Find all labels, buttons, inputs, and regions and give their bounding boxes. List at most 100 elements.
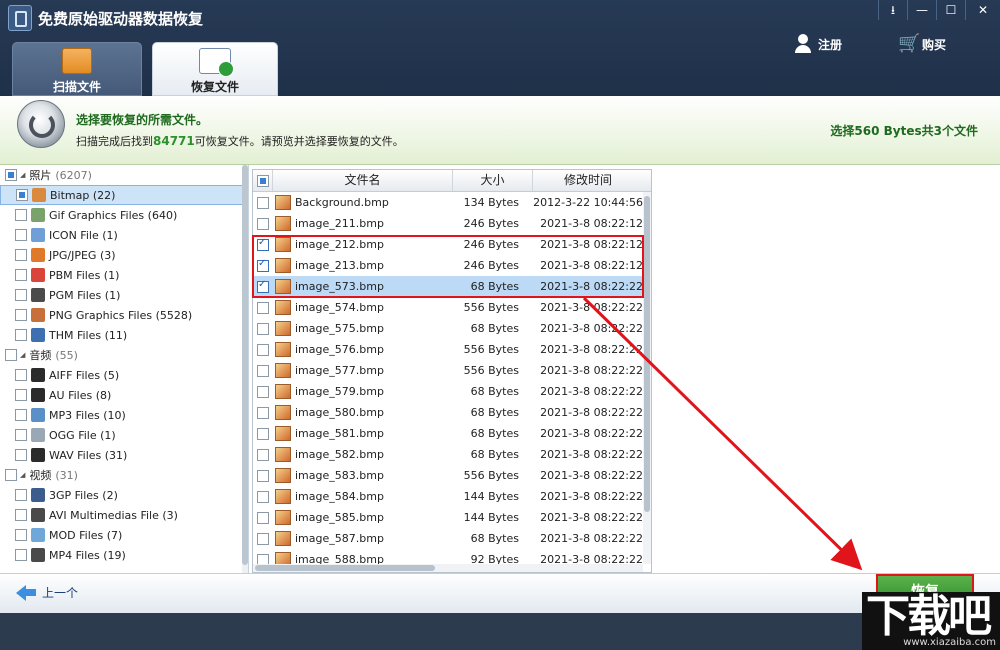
tree-item-checkbox[interactable]: [15, 269, 27, 281]
tree-scrollbar[interactable]: [242, 165, 248, 573]
row-checkbox[interactable]: [257, 217, 269, 230]
list-vscroll-thumb[interactable]: [644, 196, 650, 512]
table-row[interactable]: image_580.bmp 68 Bytes 2021-3-8 08:22:22: [253, 402, 643, 423]
table-row[interactable]: image_587.bmp 68 Bytes 2021-3-8 08:22:22: [253, 528, 643, 549]
tree-item-checkbox[interactable]: [15, 489, 27, 501]
tree-item-checkbox[interactable]: [16, 189, 28, 201]
register-button[interactable]: 注册: [794, 34, 842, 54]
tree-item[interactable]: Bitmap (22): [0, 185, 246, 205]
row-checkbox[interactable]: [257, 343, 269, 356]
tree-item[interactable]: AU Files (8): [0, 385, 246, 405]
download-icon[interactable]: ⭳: [878, 0, 907, 20]
tree-item[interactable]: PGM Files (1): [0, 285, 246, 305]
table-row[interactable]: image_213.bmp 246 Bytes 2021-3-8 08:22:12: [253, 255, 643, 276]
column-header-name[interactable]: 文件名: [273, 170, 453, 191]
tree-item[interactable]: MP4 Files (19): [0, 545, 246, 565]
tree-group-checkbox[interactable]: [5, 469, 17, 481]
table-row[interactable]: image_576.bmp 556 Bytes 2021-3-8 08:22:22: [253, 339, 643, 360]
row-checkbox[interactable]: [257, 301, 269, 314]
row-checkbox[interactable]: [257, 532, 269, 545]
tree-item[interactable]: MOD Files (7): [0, 525, 246, 545]
tree-item-checkbox[interactable]: [15, 509, 27, 521]
tree-group[interactable]: ◢ 音频 (55): [0, 345, 246, 365]
table-row[interactable]: Background.bmp 134 Bytes 2012-3-22 10:44:5…: [253, 192, 643, 213]
row-checkbox[interactable]: [257, 490, 269, 503]
tree-item[interactable]: AIFF Files (5): [0, 365, 246, 385]
table-row[interactable]: image_574.bmp 556 Bytes 2021-3-8 08:22:22: [253, 297, 643, 318]
tree-item-checkbox[interactable]: [15, 389, 27, 401]
tree-item-checkbox[interactable]: [15, 289, 27, 301]
tree-item[interactable]: PNG Graphics Files (5528): [0, 305, 246, 325]
select-all-checkbox[interactable]: [256, 174, 269, 187]
buy-button[interactable]: 🛒 购买: [898, 34, 946, 54]
tree-item-checkbox[interactable]: [15, 329, 27, 341]
tree-item-checkbox[interactable]: [15, 209, 27, 221]
tree-item-checkbox[interactable]: [15, 309, 27, 321]
table-row[interactable]: image_573.bmp 68 Bytes 2021-3-8 08:22:22: [253, 276, 643, 297]
tab-recover-files[interactable]: 恢复文件: [152, 42, 278, 96]
expand-triangle-icon[interactable]: ◢: [20, 471, 25, 479]
row-checkbox[interactable]: [257, 406, 269, 419]
table-row[interactable]: image_579.bmp 68 Bytes 2021-3-8 08:22:22: [253, 381, 643, 402]
tree-item[interactable]: 3GP Files (2): [0, 485, 246, 505]
list-vertical-scrollbar[interactable]: [643, 192, 651, 564]
tree-item-checkbox[interactable]: [15, 549, 27, 561]
tree-group-checkbox[interactable]: [5, 349, 17, 361]
table-row[interactable]: image_581.bmp 68 Bytes 2021-3-8 08:22:22: [253, 423, 643, 444]
table-row[interactable]: image_212.bmp 246 Bytes 2021-3-8 08:22:12: [253, 234, 643, 255]
tree-item-checkbox[interactable]: [15, 369, 27, 381]
row-checkbox[interactable]: [257, 258, 269, 272]
close-button[interactable]: ✕: [965, 0, 1000, 20]
tree-scroll-thumb[interactable]: [242, 165, 248, 565]
table-row[interactable]: image_575.bmp 68 Bytes 2021-3-8 08:22:22: [253, 318, 643, 339]
tree-item-checkbox[interactable]: [15, 429, 27, 441]
tree-group-checkbox[interactable]: [5, 169, 17, 181]
tree-item[interactable]: JPG/JPEG (3): [0, 245, 246, 265]
tree-item[interactable]: Gif Graphics Files (640): [0, 205, 246, 225]
tree-item[interactable]: PBM Files (1): [0, 265, 246, 285]
select-all-cell[interactable]: [253, 170, 273, 191]
tree-item[interactable]: AVI Multimedias File (3): [0, 505, 246, 525]
table-row[interactable]: image_582.bmp 68 Bytes 2021-3-8 08:22:22: [253, 444, 643, 465]
row-checkbox[interactable]: [257, 279, 269, 293]
row-checkbox[interactable]: [257, 196, 269, 209]
previous-button[interactable]: 上一个: [16, 584, 78, 601]
maximize-button[interactable]: ☐: [936, 0, 965, 20]
row-checkbox[interactable]: [257, 511, 269, 524]
row-checkbox[interactable]: [257, 385, 269, 398]
tree-item[interactable]: ICON File (1): [0, 225, 246, 245]
table-row[interactable]: image_585.bmp 144 Bytes 2021-3-8 08:22:22: [253, 507, 643, 528]
file-size: 68 Bytes: [470, 448, 519, 461]
tree-group[interactable]: ◢ 视频 (31): [0, 465, 246, 485]
list-horizontal-scrollbar[interactable]: [253, 564, 643, 572]
row-checkbox[interactable]: [257, 469, 269, 482]
minimize-button[interactable]: —: [907, 0, 936, 20]
tree-item-checkbox[interactable]: [15, 249, 27, 261]
tree-item[interactable]: MP3 Files (10): [0, 405, 246, 425]
title-bar: 免费原始驱动器数据恢复 ⭳ — ☐ ✕ 注册 🛒 购买 扫描文件 恢复文件: [0, 0, 1000, 96]
tree-item-checkbox[interactable]: [15, 529, 27, 541]
row-checkbox[interactable]: [257, 427, 269, 440]
table-row[interactable]: image_211.bmp 246 Bytes 2021-3-8 08:22:12: [253, 213, 643, 234]
tree-item-checkbox[interactable]: [15, 409, 27, 421]
row-checkbox[interactable]: [257, 448, 269, 461]
column-header-size[interactable]: 大小: [453, 170, 533, 191]
table-row[interactable]: image_577.bmp 556 Bytes 2021-3-8 08:22:22: [253, 360, 643, 381]
tab-recover-label: 恢复文件: [190, 80, 239, 94]
expand-triangle-icon[interactable]: ◢: [20, 171, 25, 179]
tree-item[interactable]: WAV Files (31): [0, 445, 246, 465]
row-checkbox[interactable]: [257, 364, 269, 377]
expand-triangle-icon[interactable]: ◢: [20, 351, 25, 359]
tree-item[interactable]: OGG File (1): [0, 425, 246, 445]
tree-group[interactable]: ◢ 照片 (6207): [0, 165, 246, 185]
row-checkbox[interactable]: [257, 237, 269, 251]
list-hscroll-thumb[interactable]: [255, 565, 435, 571]
table-row[interactable]: image_584.bmp 144 Bytes 2021-3-8 08:22:22: [253, 486, 643, 507]
tree-item[interactable]: THM Files (11): [0, 325, 246, 345]
table-row[interactable]: image_583.bmp 556 Bytes 2021-3-8 08:22:22: [253, 465, 643, 486]
tab-scan-files[interactable]: 扫描文件: [12, 42, 142, 96]
column-header-date[interactable]: 修改时间: [533, 170, 643, 191]
tree-item-checkbox[interactable]: [15, 449, 27, 461]
row-checkbox[interactable]: [257, 322, 269, 335]
tree-item-checkbox[interactable]: [15, 229, 27, 241]
